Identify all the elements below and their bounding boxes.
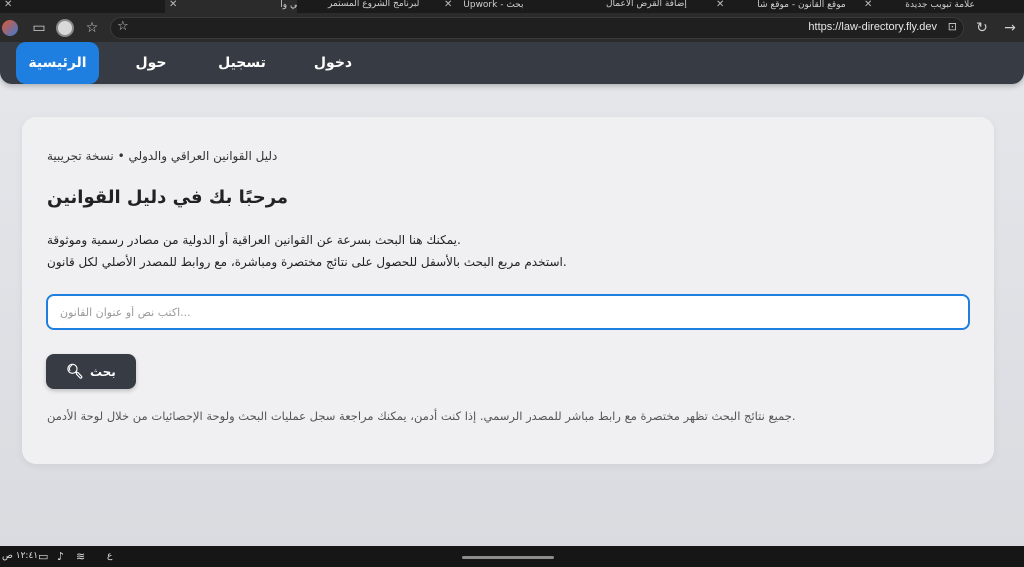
page: الرئيسية حول تسجيل دخول دليل القوانين ال… bbox=[0, 42, 1024, 546]
taskbar: ١٢:٤١ ص ▭ ♪ ≋ ع bbox=[0, 546, 1024, 567]
top-navbar: الرئيسية حول تسجيل دخول bbox=[0, 42, 1024, 84]
site-subtitle: دليل القوانين العراقي والدولي • نسخة تجر… bbox=[47, 149, 278, 163]
browser-profile-icon[interactable] bbox=[2, 20, 18, 36]
avatar[interactable] bbox=[56, 19, 74, 37]
search-button[interactable]: 🔍︎ بحث bbox=[46, 354, 136, 389]
close-icon[interactable]: ✕ bbox=[444, 0, 452, 10]
close-icon[interactable]: ✕ bbox=[169, 0, 177, 10]
site-info-icon[interactable]: ⊡ bbox=[948, 20, 957, 33]
page-title: مرحبًا بك في دليل القوانين bbox=[47, 187, 289, 208]
tab-actions-icon[interactable]: ▭ bbox=[30, 19, 48, 37]
search-button-label: بحث bbox=[89, 364, 116, 379]
nav-about[interactable]: حول bbox=[126, 42, 176, 84]
browser-tab[interactable]: ✕ موقع القانون - موقع شا bbox=[712, 0, 852, 13]
reload-icon[interactable]: ↻ bbox=[973, 19, 991, 37]
nav-register[interactable]: تسجيل bbox=[212, 42, 272, 84]
browser-tab[interactable]: إضافة القرض الاعمال bbox=[572, 0, 694, 13]
tab-title: Upwork - بحث bbox=[463, 0, 524, 10]
url-text: https://law-directory.fly.dev bbox=[808, 21, 937, 33]
close-icon[interactable]: ✕ bbox=[716, 0, 724, 10]
address-bar[interactable]: ☆ https://law-directory.fly.dev ⊡ bbox=[110, 17, 964, 39]
battery-icon[interactable]: ▭ bbox=[38, 550, 48, 563]
input-language-indicator[interactable]: ع bbox=[107, 551, 112, 561]
browser-tab[interactable]: ✕ دليل القوانين العراقي وا bbox=[165, 0, 297, 13]
nav-login[interactable]: دخول bbox=[308, 42, 358, 84]
browser-toolbar: ▭ ☆ ☆ https://law-directory.fly.dev ⊡ ↻ … bbox=[0, 13, 1024, 42]
intro-text-2: استخدم مربع البحث بالأسفل للحصول على نتا… bbox=[47, 255, 567, 269]
tab-title: دليل القوانين العراقي وا bbox=[280, 0, 297, 10]
browser-tab[interactable]: ✕ Upwork - بحث bbox=[440, 0, 552, 13]
tab-close-icon[interactable]: ✕ bbox=[0, 0, 18, 13]
favorites-icon[interactable]: ☆ bbox=[83, 19, 101, 37]
search-icon: 🔍︎ bbox=[66, 363, 84, 380]
footnote-text: جميع نتائج البحث تظهر مختصرة مع رابط مبا… bbox=[47, 409, 796, 423]
taskbar-handle bbox=[462, 556, 554, 559]
browser-tab[interactable]: البرنامج الشروع المستمر bbox=[298, 0, 420, 13]
tab-title: البرنامج الشروع المستمر bbox=[328, 0, 420, 9]
volume-icon[interactable]: ♪ bbox=[57, 550, 64, 563]
intro-text-1: يمكنك هنا البحث بسرعة عن القوانين العراق… bbox=[47, 233, 461, 247]
forward-icon[interactable]: → bbox=[1001, 19, 1019, 37]
nav-home[interactable]: الرئيسية bbox=[16, 42, 99, 84]
taskbar-clock[interactable]: ١٢:٤١ ص bbox=[2, 551, 38, 561]
browser-tab[interactable]: ✕ علامة تبويب جديدة bbox=[860, 0, 1024, 13]
tab-title: علامة تبويب جديدة bbox=[905, 0, 975, 10]
tab-title: موقع القانون - موقع شا bbox=[757, 0, 846, 10]
bookmark-star-icon[interactable]: ☆ bbox=[117, 19, 129, 34]
welcome-card: دليل القوانين العراقي والدولي • نسخة تجر… bbox=[22, 117, 994, 464]
wifi-icon[interactable]: ≋ bbox=[76, 550, 85, 563]
tab-title: إضافة القرض الاعمال bbox=[606, 0, 687, 9]
search-input[interactable] bbox=[46, 294, 970, 330]
browser-tab-strip: ✕ ✕ دليل القوانين العراقي وا البرنامج ال… bbox=[0, 0, 1024, 13]
close-icon[interactable]: ✕ bbox=[864, 0, 872, 10]
